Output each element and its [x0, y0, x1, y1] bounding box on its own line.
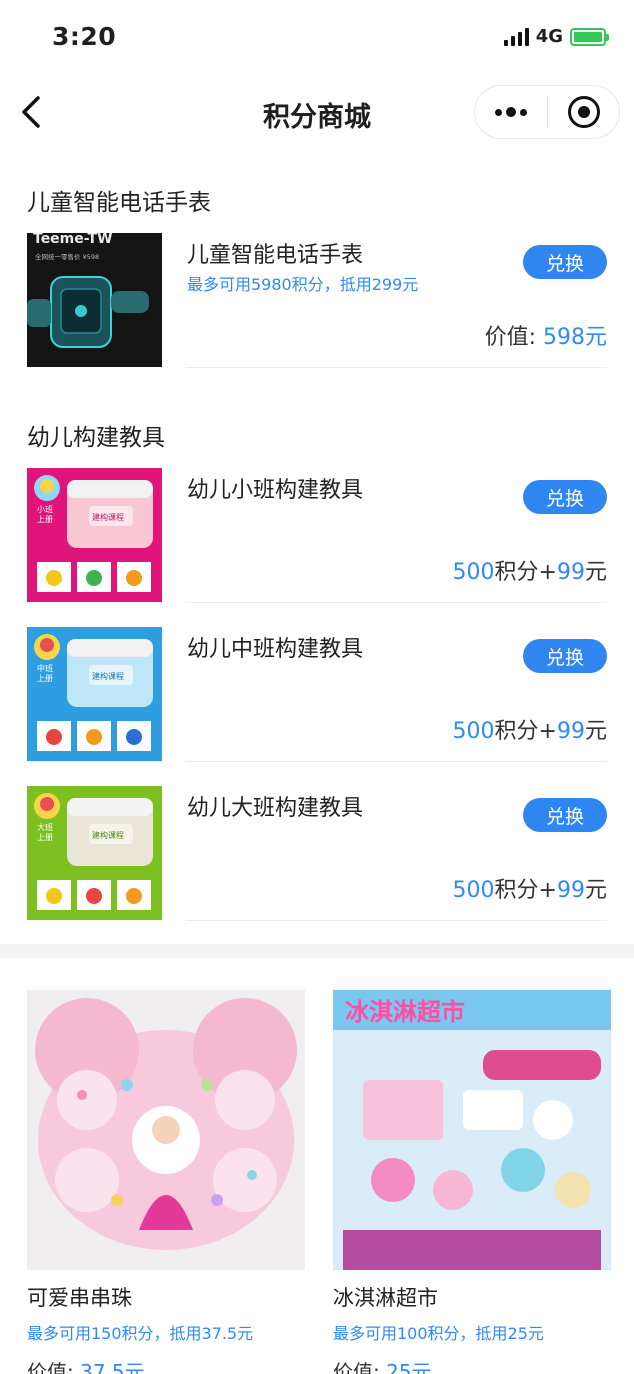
- product-thumbnail: Teeme-TW 全网统一零售价 ¥598: [27, 233, 162, 367]
- svg-text:上册: 上册: [37, 515, 53, 524]
- svg-text:建构课程: 建构课程: [92, 512, 124, 522]
- product-value-amount: 598元: [543, 325, 607, 350]
- product-name: 幼儿小班构建教具: [187, 478, 364, 503]
- status-time: 3:20: [52, 22, 117, 51]
- product-item-watch[interactable]: Teeme-TW 全网统一零售价 ¥598 儿童智能电话手表 最多可用5980积…: [27, 233, 607, 367]
- svg-text:小班: 小班: [37, 504, 53, 514]
- product-price: 500积分+99元: [452, 719, 607, 744]
- divider: [186, 920, 607, 921]
- product-item-small-class[interactable]: 小班 上册 建构课程 幼儿小班构建教具 兑换 500积分+99元: [27, 468, 607, 602]
- status-indicators: 4G: [503, 26, 609, 47]
- divider: [186, 602, 607, 603]
- product-image: 冰淇淋超市: [333, 990, 611, 1270]
- svg-text:冰淇淋超市: 冰淇淋超市: [345, 998, 465, 1026]
- nav-bar: 积分商城: [0, 78, 634, 148]
- product-value: 价值: 598元: [484, 325, 607, 350]
- section-title-watch: 儿童智能电话手表: [27, 190, 211, 216]
- svg-text:建构课程: 建构课程: [92, 830, 124, 840]
- status-bar: 3:20 4G: [0, 0, 634, 78]
- divider: [186, 367, 607, 368]
- product-item-middle-class[interactable]: 中班 上册 建构课程 幼儿中班构建教具 兑换 500积分+99元: [27, 627, 607, 761]
- signal-icon: [503, 27, 529, 46]
- product-name: 冰淇淋超市: [333, 1286, 438, 1310]
- close-target-icon[interactable]: [548, 86, 619, 138]
- svg-text:大班: 大班: [37, 822, 53, 832]
- grid-card-ice-cream[interactable]: 冰淇淋超市 冰淇淋超市 最多可用100积分，抵用25元 价值: 25元: [333, 990, 611, 1374]
- product-image: [27, 990, 305, 1270]
- exchange-button[interactable]: 兑换: [523, 639, 607, 673]
- product-item-large-class[interactable]: 大班 上册 建构课程 幼儿大班构建教具 兑换 500积分+99元: [27, 786, 607, 920]
- product-price: 500积分+99元: [452, 560, 607, 585]
- product-points-hint: 最多可用100积分，抵用25元: [333, 1324, 544, 1343]
- mini-program-capsule: [474, 85, 620, 139]
- product-name: 幼儿大班构建教具: [187, 796, 364, 821]
- product-thumbnail: 中班 上册 建构课程: [27, 627, 162, 761]
- product-name: 儿童智能电话手表: [187, 243, 364, 268]
- thumb-price-text: 全网统一零售价 ¥598: [35, 252, 99, 261]
- product-points-hint: 最多可用150积分，抵用37.5元: [27, 1324, 254, 1343]
- product-value: 价值: 37.5元: [27, 1360, 145, 1374]
- network-type: 4G: [535, 26, 563, 47]
- product-name: 可爱串串珠: [27, 1286, 132, 1310]
- svg-text:上册: 上册: [37, 833, 53, 842]
- more-dots-icon[interactable]: [475, 86, 547, 138]
- product-thumbnail: 小班 上册 建构课程: [27, 468, 162, 602]
- divider: [186, 761, 607, 762]
- section-separator: [0, 944, 634, 958]
- product-points-hint: 最多可用5980积分，抵用299元: [187, 275, 419, 294]
- svg-text:上册: 上册: [37, 674, 53, 683]
- exchange-button[interactable]: 兑换: [523, 798, 607, 832]
- section-title-building: 幼儿构建教具: [27, 425, 165, 451]
- svg-text:中班: 中班: [37, 663, 53, 673]
- battery-icon: [570, 27, 609, 46]
- svg-text:建构课程: 建构课程: [92, 671, 124, 681]
- product-price: 500积分+99元: [452, 878, 607, 903]
- grid-card-beads[interactable]: 可爱串串珠 最多可用150积分，抵用37.5元 价值: 37.5元: [27, 990, 305, 1374]
- product-thumbnail: 大班 上册 建构课程: [27, 786, 162, 920]
- thumb-brand: Teeme-TW: [33, 233, 113, 247]
- product-value: 价值: 25元: [333, 1360, 432, 1374]
- exchange-button[interactable]: 兑换: [523, 480, 607, 514]
- exchange-button[interactable]: 兑换: [523, 245, 607, 279]
- product-name: 幼儿中班构建教具: [187, 637, 364, 662]
